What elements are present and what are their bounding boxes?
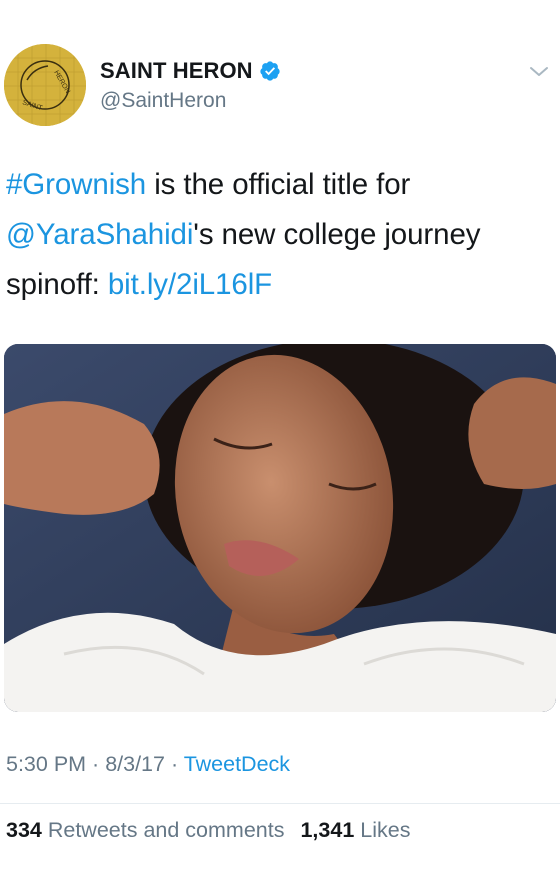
tweet-meta: 5:30 PM · 8/3/17 · TweetDeck	[6, 752, 290, 777]
tweet-photo[interactable]	[4, 344, 556, 712]
divider	[0, 803, 560, 804]
meta-separator: ·	[86, 752, 106, 776]
name-row: SAINT HERON	[100, 58, 281, 84]
tweet-stats: 334 Retweets and comments 1,341 Likes	[6, 818, 410, 843]
likes-stat[interactable]: 1,341 Likes	[300, 818, 410, 842]
retweets-stat[interactable]: 334 Retweets and comments	[6, 818, 284, 842]
verified-badge-icon	[260, 61, 280, 81]
likes-count: 1,341	[300, 818, 355, 842]
url-link[interactable]: bit.ly/2iL16lF	[108, 268, 272, 301]
saint-heron-logo: SAINT HERON	[4, 44, 86, 126]
tweet-header: SAINT HERON SAINT HERON @SaintHeron	[0, 0, 560, 140]
likes-label: Likes	[354, 818, 411, 842]
meta-separator: ·	[164, 752, 184, 776]
tweet-date[interactable]: 8/3/17	[105, 752, 165, 776]
portrait-photo-icon	[4, 344, 556, 712]
display-name[interactable]: SAINT HERON	[100, 58, 253, 84]
retweets-count: 334	[6, 818, 42, 842]
tweet-time[interactable]: 5:30 PM	[6, 752, 86, 776]
retweets-label: Retweets and comments	[41, 818, 285, 842]
hashtag-link[interactable]: #Grownish	[6, 168, 146, 201]
chevron-down-icon[interactable]	[528, 60, 550, 82]
tweet-text: #Grownish is the official title for @Yar…	[6, 160, 556, 310]
handle[interactable]: @SaintHeron	[100, 89, 226, 113]
tweet-text-part-1: is the official title for	[146, 168, 411, 201]
source-link[interactable]: TweetDeck	[184, 752, 290, 776]
avatar[interactable]: SAINT HERON	[4, 44, 86, 126]
mention-link[interactable]: @YaraShahidi	[6, 218, 193, 251]
